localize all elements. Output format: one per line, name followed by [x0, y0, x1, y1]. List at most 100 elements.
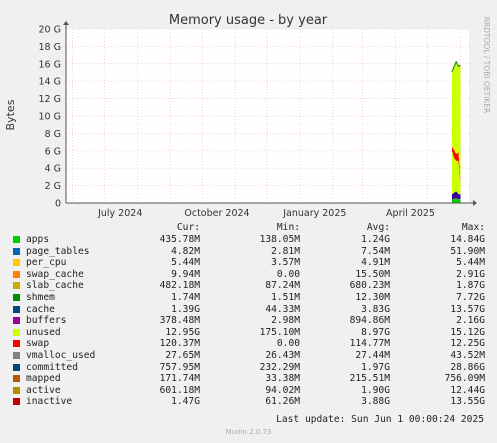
- legend-max: 2.16G: [456, 315, 485, 327]
- legend-swatch: [13, 317, 20, 325]
- legend-cur: 27.65M: [165, 350, 200, 361]
- munin-version: Munin 2.0.73: [225, 428, 272, 436]
- legend-max: 756.09M: [444, 373, 485, 385]
- legend-min: 232.29M: [259, 361, 300, 373]
- legend-cur: 757.95M: [159, 361, 200, 373]
- legend-header-max: Max:: [461, 222, 485, 233]
- legend-swatch: [13, 398, 20, 406]
- legend-avg: 894.86M: [349, 315, 390, 327]
- legend-swatch: [13, 236, 20, 243]
- legend-row-unused: unused 12.95G 175.10M 8.97G 15.12G: [0, 327, 497, 339]
- legend-cur: 435.78M: [159, 234, 200, 245]
- legend-min: 87.24M: [265, 280, 300, 292]
- memory-usage-chart: Memory usage - by year Bytes RRDTOOL / T…: [4, 13, 491, 219]
- x-tick-label: April 2025: [386, 208, 435, 219]
- legend-name: slab_cache: [26, 280, 84, 292]
- legend-max: 5.44M: [456, 257, 485, 269]
- legend-max: 15.12G: [450, 326, 485, 338]
- legend-avg: 27.44M: [355, 350, 390, 361]
- y-tick-label: 14 G: [39, 77, 61, 88]
- legend-cur: 482.18M: [159, 280, 200, 292]
- legend-avg: 3.88G: [361, 396, 390, 408]
- legend-avg: 12.30M: [355, 292, 390, 303]
- y-tick-label: 16 G: [39, 59, 61, 70]
- legend-avg: 1.97G: [361, 361, 390, 373]
- legend-name: inactive: [26, 396, 73, 408]
- legend-swatch: [13, 259, 20, 267]
- last-update: Last update: Sun Jun 1 00:00:24 2025: [276, 414, 484, 425]
- legend-avg: 4.91M: [361, 257, 390, 269]
- legend-cur: 12.95G: [165, 326, 200, 338]
- legend-cur: 378.48M: [159, 315, 200, 327]
- legend-min: 3.57M: [271, 257, 300, 269]
- legend-row-slab-cache: slab_cache 482.18M 87.24M 680.23M 1.87G: [0, 280, 497, 292]
- legend-min: 2.81M: [271, 245, 300, 257]
- legend-row-vmalloc-used: vmalloc_used 27.65M 26.43M 27.44M 43.52M: [0, 350, 497, 362]
- y-tick-label: 4 G: [45, 164, 61, 175]
- legend-avg: 7.54M: [361, 245, 390, 257]
- legend-avg: 1.90G: [361, 384, 390, 396]
- legend-header-avg: Avg:: [366, 222, 390, 233]
- chart-title: Memory usage - by year: [169, 13, 328, 28]
- legend-name: shmem: [26, 292, 55, 303]
- legend-swatch: [13, 305, 20, 313]
- y-tick-labels: 0 2 G 4 G 6 G 8 G 10 G 12 G 14 G 16 G 18 G 20 G: [39, 25, 61, 210]
- legend-min: 26.43M: [265, 350, 300, 361]
- legend-row-inactive: inactive 1.47G 61.26M 3.88G 13.55G: [0, 396, 497, 408]
- series-areas: [451, 60, 461, 203]
- legend-swatch: [13, 294, 20, 301]
- legend-header: Cur: Min: Avg: Max:: [0, 222, 497, 234]
- legend-name: cache: [26, 303, 55, 315]
- legend-name: committed: [26, 361, 78, 373]
- legend-row-swap: swap 120.37M 0.00 114.77M 12.25G: [0, 338, 497, 350]
- legend-max: 43.52M: [450, 350, 485, 361]
- legend-avg: 114.77M: [349, 338, 390, 350]
- legend-header-cur: Cur:: [176, 222, 200, 233]
- legend-swatch: [13, 375, 20, 383]
- x-tick-label: October 2024: [184, 208, 249, 219]
- legend-max: 51.90M: [450, 245, 485, 257]
- legend-min: 61.26M: [265, 396, 300, 408]
- legend-max: 14.84G: [450, 234, 485, 245]
- legend-name: swap_cache: [26, 268, 84, 280]
- legend-name: active: [26, 384, 61, 396]
- legend-cur: 601.18M: [159, 384, 200, 396]
- legend-avg: 215.51M: [349, 373, 390, 385]
- legend-row-shmem: shmem 1.74M 1.51M 12.30M 7.72G: [0, 292, 497, 304]
- legend-row-swap-cache: swap_cache 9.94M 0.00 15.50M 2.91G: [0, 269, 497, 281]
- legend-row-committed: committed 757.95M 232.29M 1.97G 28.86G: [0, 362, 497, 374]
- legend-swatch: [13, 363, 20, 371]
- rrdtool-credit: RRDTOOL / TOBI OETIKER: [482, 17, 491, 114]
- legend-name: apps: [26, 234, 50, 245]
- y-tick-label: 18 G: [39, 42, 61, 53]
- legend-avg: 3.83G: [361, 303, 390, 315]
- legend-max: 12.25G: [450, 338, 485, 350]
- legend-cur: 4.82M: [171, 245, 200, 257]
- legend-row-apps: apps 435.78M 138.05M 1.24G 14.84G: [0, 234, 497, 246]
- legend-cur: 5.44M: [171, 257, 200, 269]
- legend-min: 2.98M: [271, 315, 300, 327]
- legend-min: 0.00: [276, 268, 300, 280]
- x-tick-label: July 2024: [97, 208, 142, 219]
- legend-swatch: [13, 282, 20, 290]
- legend-row-active: active 601.18M 94.02M 1.90G 12.44G: [0, 385, 497, 397]
- legend-max: 13.57G: [450, 303, 485, 315]
- legend-min: 1.51M: [271, 292, 300, 303]
- legend-name: unused: [26, 326, 61, 338]
- y-tick-label: 0: [55, 199, 61, 210]
- legend-cur: 171.74M: [159, 373, 200, 385]
- x-axis-arrow: [473, 200, 477, 206]
- legend-min: 33.38M: [265, 373, 300, 385]
- legend-avg: 680.23M: [349, 280, 390, 292]
- legend-max: 13.55G: [450, 396, 485, 408]
- legend-min: 138.05M: [259, 234, 300, 245]
- legend-avg: 8.97G: [361, 326, 390, 338]
- y-tick-label: 12 G: [39, 94, 61, 105]
- legend-cur: 1.39G: [171, 303, 200, 315]
- legend-name: swap: [26, 338, 50, 350]
- y-axis-arrow: [63, 21, 69, 25]
- y-tick-label: 8 G: [45, 129, 61, 140]
- legend-min: 44.33M: [265, 303, 300, 315]
- legend-cur: 1.47G: [171, 396, 200, 408]
- legend-name: buffers: [26, 315, 67, 327]
